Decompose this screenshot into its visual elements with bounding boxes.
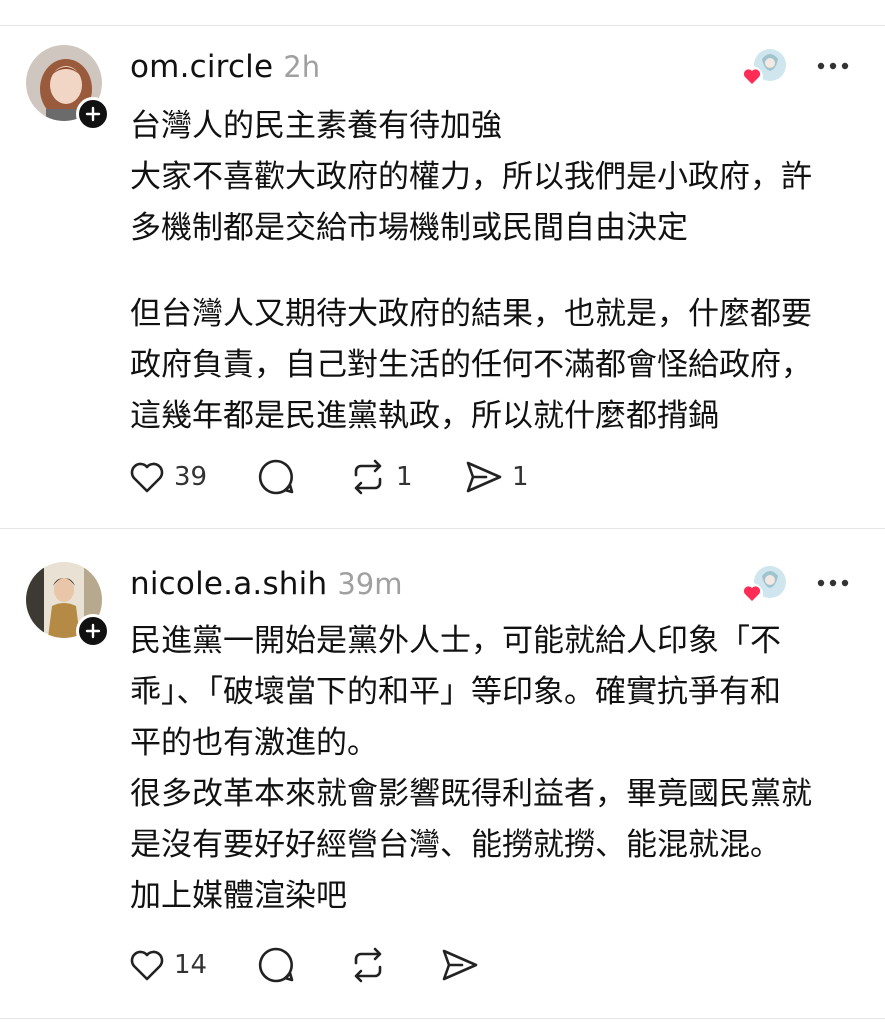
repost-icon	[354, 459, 382, 495]
top-divider	[0, 25, 885, 26]
share-count: 1	[512, 462, 529, 492]
timestamp: 2h	[283, 50, 321, 84]
bottom-divider	[0, 1018, 885, 1019]
comment-button[interactable]	[256, 945, 296, 985]
share-icon	[466, 461, 502, 493]
avatar-wrap[interactable]	[26, 45, 110, 131]
post-line: 但台灣人又期待大政府的結果，也就是，什麼都要	[130, 296, 812, 332]
post-divider	[0, 528, 885, 529]
share-button[interactable]	[440, 945, 480, 985]
plus-icon	[85, 623, 101, 639]
timestamp: 39m	[337, 567, 403, 601]
share-button[interactable]: 1	[464, 457, 529, 497]
more-button[interactable]	[813, 51, 853, 81]
post-body: 台灣人的民主素養有待加強 大家不喜歡大政府的權力，所以我們是小政府，許 多機制都…	[130, 101, 865, 442]
more-icon	[817, 579, 849, 587]
share-icon	[442, 949, 478, 981]
post-line: 乖」、「破壞當下的和平」等印象。確實抗爭有和	[130, 674, 781, 710]
repost-button[interactable]	[348, 945, 388, 985]
post-line: 加上媒體渲染吧	[130, 878, 347, 914]
comment-icon	[258, 459, 294, 495]
post-line: 平的也有激進的。	[130, 725, 378, 761]
post-line: 台灣人的民主素養有待加強	[130, 108, 502, 144]
post-line: 民進黨一開始是黨外人士，可能就給人印象「不	[130, 623, 781, 659]
post-line: 政府負責，自己對生活的任何不滿都會怪給政府，	[130, 347, 812, 383]
post-line: 大家不喜歡大政府的權力，所以我們是小政府，許	[130, 159, 812, 195]
follow-button[interactable]	[76, 97, 110, 131]
heart-icon	[130, 950, 164, 981]
heart-icon	[741, 66, 763, 88]
like-count: 39	[174, 462, 208, 492]
repost-icon	[354, 947, 382, 983]
post-line: 很多改革本來就會影響既得利益者，畢竟國民黨就	[130, 776, 812, 812]
post-body: 民進黨一開始是黨外人士，可能就給人印象「不 乖」、「破壞當下的和平」等印象。確實…	[130, 616, 865, 922]
repost-button[interactable]: 1	[348, 457, 413, 497]
repost-count: 1	[396, 462, 413, 492]
like-count: 14	[174, 950, 208, 980]
comment-icon	[258, 947, 294, 983]
post-line: 這幾年都是民進黨執政，所以就什麼都揹鍋	[130, 398, 719, 434]
post-header: nicole.a.shih 39m	[130, 566, 402, 606]
plus-icon	[85, 106, 101, 122]
heart-icon	[741, 583, 763, 605]
liker-avatar[interactable]	[740, 47, 788, 89]
post-header: om.circle 2h	[130, 49, 320, 89]
comment-button[interactable]	[256, 457, 296, 497]
username[interactable]: nicole.a.shih	[130, 566, 327, 602]
like-button[interactable]: 14	[128, 945, 207, 985]
heart-icon	[130, 462, 164, 493]
liker-avatar[interactable]	[740, 564, 788, 606]
more-button[interactable]	[813, 568, 853, 598]
follow-button[interactable]	[76, 614, 110, 648]
avatar-wrap[interactable]	[26, 562, 110, 648]
like-button[interactable]: 39	[128, 457, 207, 497]
more-icon	[817, 62, 849, 70]
post-line: 是沒有要好好經營台灣、能撈就撈、能混就混。	[130, 827, 781, 863]
post-line: 多機制都是交給市場機制或民間自由決定	[130, 210, 688, 246]
username[interactable]: om.circle	[130, 49, 273, 85]
